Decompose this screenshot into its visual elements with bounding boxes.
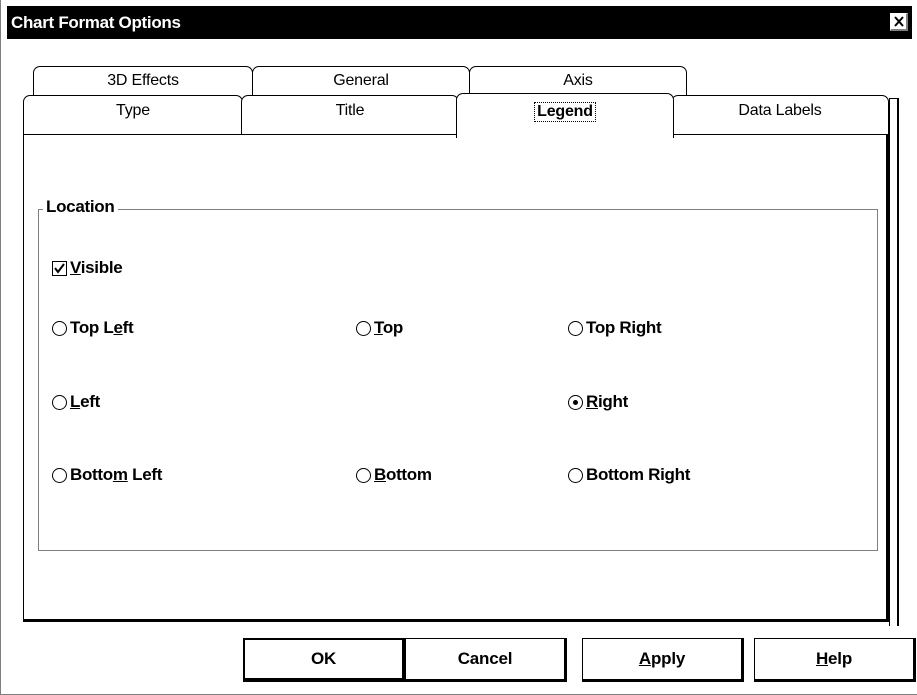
radio-circle: [568, 394, 583, 410]
mnemonic-letter: g: [635, 318, 646, 337]
tab-general[interactable]: General: [252, 66, 470, 98]
radio-circle: [356, 320, 371, 336]
tab-type[interactable]: Type: [23, 95, 243, 135]
visible-label-rest: isible: [80, 258, 123, 277]
visible-checkbox[interactable]: Visible: [52, 258, 123, 278]
radio-circle: [568, 467, 583, 483]
apply-button[interactable]: Apply: [582, 638, 744, 682]
tab-title[interactable]: Title: [241, 95, 459, 135]
radio-circle: [52, 320, 67, 336]
tab-data-labels[interactable]: Data Labels: [671, 95, 889, 135]
radio-label: Bottom Right: [586, 465, 691, 484]
radio-top-right[interactable]: Top Right: [568, 318, 662, 338]
close-icon: [894, 16, 904, 27]
location-groupbox: [38, 209, 878, 551]
radio-top[interactable]: Top: [356, 318, 403, 338]
visible-label: Visible: [70, 258, 123, 278]
tab-label: Title: [335, 102, 365, 119]
radio-label: Top Left: [70, 318, 134, 337]
cancel-button[interactable]: Cancel: [405, 638, 567, 682]
mnemonic-letter: L: [70, 392, 81, 411]
radio-selected-dot: [573, 399, 578, 405]
radio-bottom-left[interactable]: Bottom Left: [52, 465, 162, 485]
radio-top-left[interactable]: Top Left: [52, 318, 134, 338]
mnemonic-letter: g: [664, 465, 675, 484]
window-title: Chart Format Options: [11, 13, 181, 32]
tab-legend[interactable]: Legend: [456, 93, 674, 138]
tab-3d-effects[interactable]: 3D Effects: [33, 66, 253, 98]
mnemonic-letter: R: [586, 392, 598, 411]
chart-format-options-dialog: Chart Format Options 3D Effects General …: [0, 0, 917, 695]
back-panel-edge: [889, 98, 899, 626]
radio-circle: [52, 394, 67, 410]
tab-label: Legend: [534, 102, 596, 122]
radio-label: Top Right: [586, 318, 662, 337]
radio-circle: [52, 467, 67, 483]
help-label-rest: elp: [828, 649, 853, 668]
title-bar: Chart Format Options: [7, 6, 912, 39]
radio-label: Left: [70, 392, 100, 411]
mnemonic-letter: H: [815, 649, 829, 668]
radio-circle: [568, 320, 583, 336]
ok-button[interactable]: OK: [243, 638, 406, 682]
apply-label-rest: pply: [650, 649, 686, 668]
mnemonic-letter: B: [374, 465, 386, 484]
help-button[interactable]: Help: [754, 638, 916, 682]
location-group-label: Location: [43, 197, 119, 217]
radio-label: Bottom Left: [70, 465, 163, 484]
tab-label: Type: [116, 102, 150, 119]
radio-label: Bottom: [374, 465, 432, 484]
mnemonic-letter: e: [113, 318, 123, 337]
mnemonic-letter: m: [112, 465, 128, 484]
radio-right[interactable]: Right: [568, 392, 628, 412]
radio-circle: [356, 467, 371, 483]
tab-label: 3D Effects: [107, 72, 179, 89]
tab-label: General: [333, 72, 389, 89]
checkmark-icon: [54, 262, 65, 274]
radio-bottom[interactable]: Bottom: [356, 465, 432, 485]
checkbox-box: [52, 260, 67, 276]
tab-label: Axis: [563, 72, 593, 89]
mnemonic-letter: V: [70, 258, 81, 277]
tab-label: Data Labels: [738, 102, 822, 119]
radio-left[interactable]: Left: [52, 392, 100, 412]
radio-label: Top: [374, 318, 403, 337]
mnemonic-letter: T: [374, 318, 383, 337]
close-button[interactable]: [890, 13, 908, 31]
radio-label: Right: [586, 392, 628, 411]
mnemonic-letter: A: [638, 649, 651, 668]
radio-bottom-right[interactable]: Bottom Right: [568, 465, 690, 485]
